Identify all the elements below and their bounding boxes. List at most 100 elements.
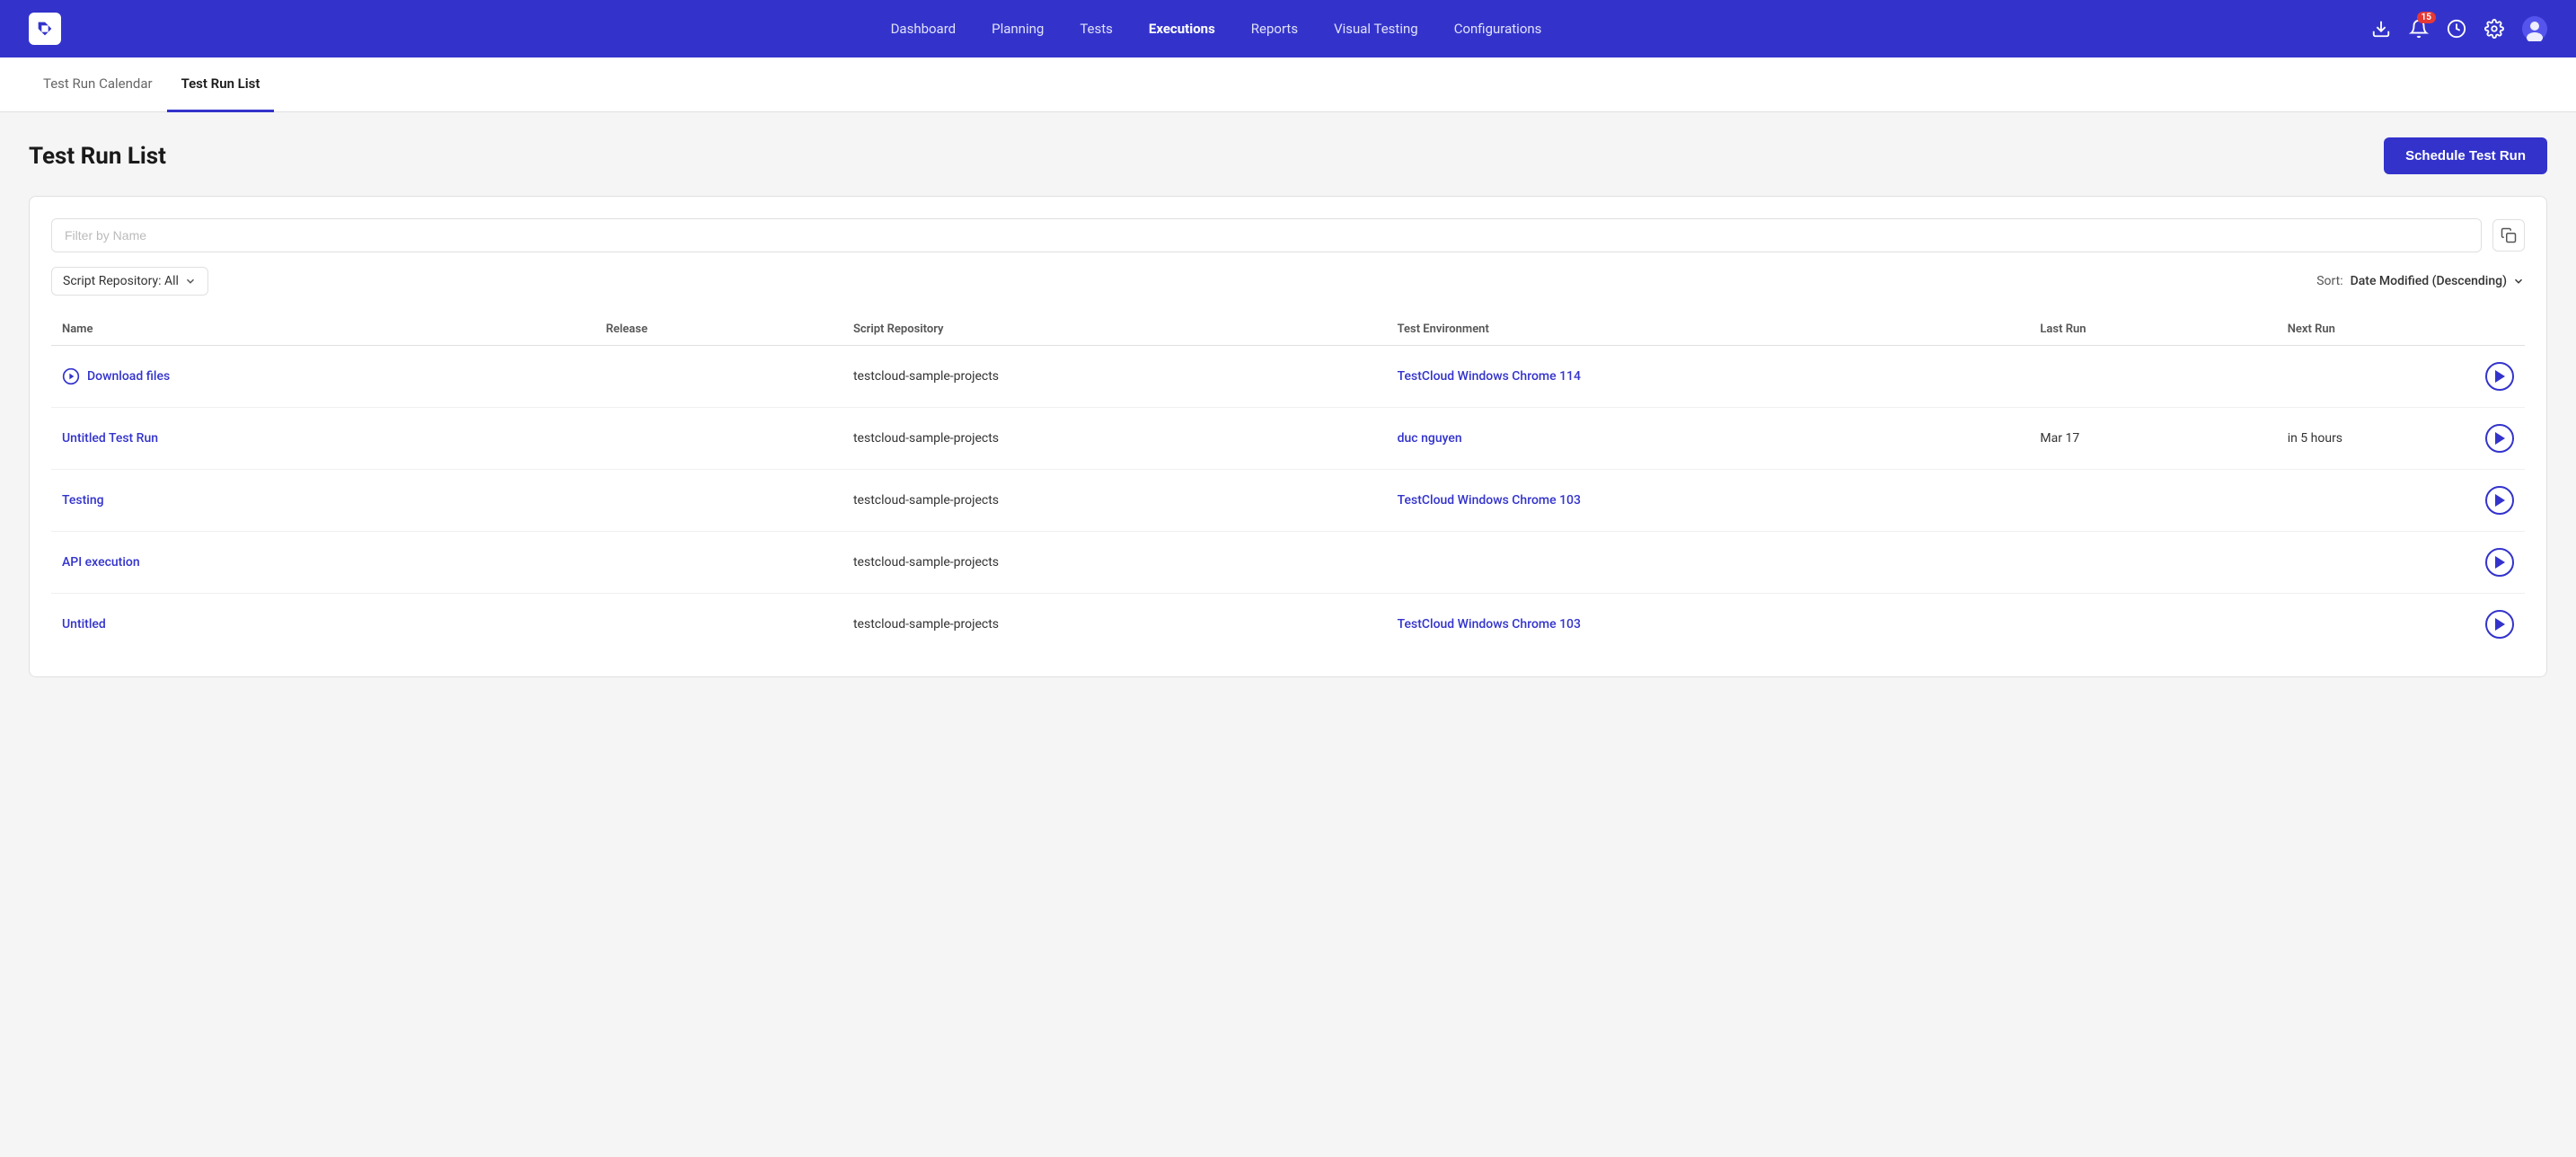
nav-planning[interactable]: Planning (992, 21, 1044, 37)
col-header-lastrun: Last Run (2029, 314, 2276, 346)
table-container: Script Repository: All Sort: Date Modifi… (29, 196, 2547, 677)
sort-value: Date Modified (Descending) (2351, 274, 2507, 288)
cell-action (2475, 346, 2525, 408)
page-title: Test Run List (29, 143, 166, 170)
sort-select-dropdown[interactable]: Date Modified (Descending) (2351, 274, 2525, 288)
filter-row (51, 218, 2525, 252)
col-header-name: Name (51, 314, 595, 346)
play-run-button[interactable] (2485, 362, 2514, 391)
env-link[interactable]: TestCloud Windows Chrome 103 (1398, 617, 1581, 631)
main-header: Dashboard Planning Tests Executions Repo… (0, 0, 2576, 57)
notification-icon[interactable]: 15 (2409, 19, 2429, 39)
filter-by-name-input[interactable] (51, 218, 2482, 252)
cell-last-run: Mar 17 (2029, 408, 2276, 470)
play-run-button[interactable] (2485, 548, 2514, 577)
table-header: Name Release Script Repository Test Envi… (51, 314, 2525, 346)
col-header-action (2475, 314, 2525, 346)
cell-name: API execution (51, 532, 595, 594)
nav-configurations[interactable]: Configurations (1454, 21, 1542, 37)
nav-dashboard[interactable]: Dashboard (891, 21, 957, 37)
cell-release (595, 470, 842, 532)
user-avatar[interactable] (2522, 16, 2547, 41)
row-name-link[interactable]: Untitled Test Run (62, 431, 158, 446)
page-header: Test Run List Schedule Test Run (29, 137, 2547, 174)
copy-icon-button[interactable] (2492, 219, 2525, 252)
cell-repo: testcloud-sample-projects (842, 470, 1387, 532)
header-actions: 15 (2371, 16, 2547, 41)
nav-executions[interactable]: Executions (1149, 21, 1215, 37)
row-name-link[interactable]: Untitled (62, 617, 106, 631)
cell-next-run (2277, 346, 2475, 408)
cell-next-run (2277, 532, 2475, 594)
cell-release (595, 346, 842, 408)
cell-name: Download files (51, 346, 595, 408)
cell-repo: testcloud-sample-projects (842, 408, 1387, 470)
cell-last-run (2029, 470, 2276, 532)
table-body: Download filestestcloud-sample-projectsT… (51, 346, 2525, 656)
run-record-icon (62, 367, 80, 385)
col-header-env: Test Environment (1387, 314, 2030, 346)
col-header-repo: Script Repository (842, 314, 1387, 346)
cell-next-run: in 5 hours (2277, 408, 2475, 470)
cell-last-run (2029, 346, 2276, 408)
nav-reports[interactable]: Reports (1251, 21, 1298, 37)
cell-name: Testing (51, 470, 595, 532)
cell-next-run (2277, 594, 2475, 656)
col-header-release: Release (595, 314, 842, 346)
env-link[interactable]: TestCloud Windows Chrome 114 (1398, 369, 1581, 384)
cell-last-run (2029, 594, 2276, 656)
cell-env (1387, 532, 2030, 594)
page-content: Test Run List Schedule Test Run Script R… (0, 112, 2576, 702)
cell-env: duc nguyen (1387, 408, 2030, 470)
controls-row: Script Repository: All Sort: Date Modifi… (51, 267, 2525, 296)
main-nav: Dashboard Planning Tests Executions Repo… (97, 21, 2335, 37)
cell-env: TestCloud Windows Chrome 103 (1387, 470, 2030, 532)
repo-filter-label: Script Repository: All (63, 274, 179, 288)
cell-action (2475, 594, 2525, 656)
play-run-button[interactable] (2485, 610, 2514, 639)
table-row: Testing testcloud-sample-projects TestClou… (51, 470, 2525, 532)
env-link[interactable]: TestCloud Windows Chrome 103 (1398, 493, 1581, 508)
table-row: Untitled testcloud-sample-projects TestClo… (51, 594, 2525, 656)
table-row: Download files testcloud-sample-projects T… (51, 346, 2525, 408)
cell-last-run (2029, 532, 2276, 594)
nav-visual-testing[interactable]: Visual Testing (1334, 21, 1418, 37)
sort-label: Sort: (2316, 274, 2342, 288)
repo-filter-dropdown[interactable]: Script Repository: All (51, 267, 208, 296)
play-run-button[interactable] (2485, 486, 2514, 515)
table-row: Untitled Test Run testcloud-sample-projec… (51, 408, 2525, 470)
cell-action (2475, 408, 2525, 470)
cell-release (595, 408, 842, 470)
schedule-test-run-button[interactable]: Schedule Test Run (2384, 137, 2547, 174)
cell-env: TestCloud Windows Chrome 114 (1387, 346, 2030, 408)
download-icon[interactable] (2371, 19, 2391, 39)
cell-release (595, 532, 842, 594)
col-header-nextrun: Next Run (2277, 314, 2475, 346)
play-run-button[interactable] (2485, 424, 2514, 453)
env-link[interactable]: duc nguyen (1398, 431, 1462, 446)
app-logo[interactable] (29, 13, 61, 45)
cell-next-run (2277, 470, 2475, 532)
cell-repo: testcloud-sample-projects (842, 594, 1387, 656)
cell-name: Untitled Test Run (51, 408, 595, 470)
history-icon[interactable] (2447, 19, 2466, 39)
cell-repo: testcloud-sample-projects (842, 346, 1387, 408)
cell-action (2475, 470, 2525, 532)
nav-tests[interactable]: Tests (1080, 21, 1113, 37)
tabs-bar: Test Run Calendar Test Run List (0, 57, 2576, 112)
tab-test-run-list[interactable]: Test Run List (167, 57, 275, 112)
cell-release (595, 594, 842, 656)
notification-badge: 15 (2417, 12, 2436, 23)
row-name-link[interactable]: API execution (62, 555, 140, 570)
sort-row: Sort: Date Modified (Descending) (2316, 274, 2525, 288)
row-name-link[interactable]: Download files (87, 369, 170, 384)
cell-env: TestCloud Windows Chrome 103 (1387, 594, 2030, 656)
test-run-table: Name Release Script Repository Test Envi… (51, 314, 2525, 655)
cell-action (2475, 532, 2525, 594)
cell-name: Untitled (51, 594, 595, 656)
table-row: API execution testcloud-sample-projects (51, 532, 2525, 594)
row-name-link[interactable]: Testing (62, 493, 104, 508)
tab-test-run-calendar[interactable]: Test Run Calendar (29, 57, 167, 112)
settings-icon[interactable] (2484, 19, 2504, 39)
cell-repo: testcloud-sample-projects (842, 532, 1387, 594)
